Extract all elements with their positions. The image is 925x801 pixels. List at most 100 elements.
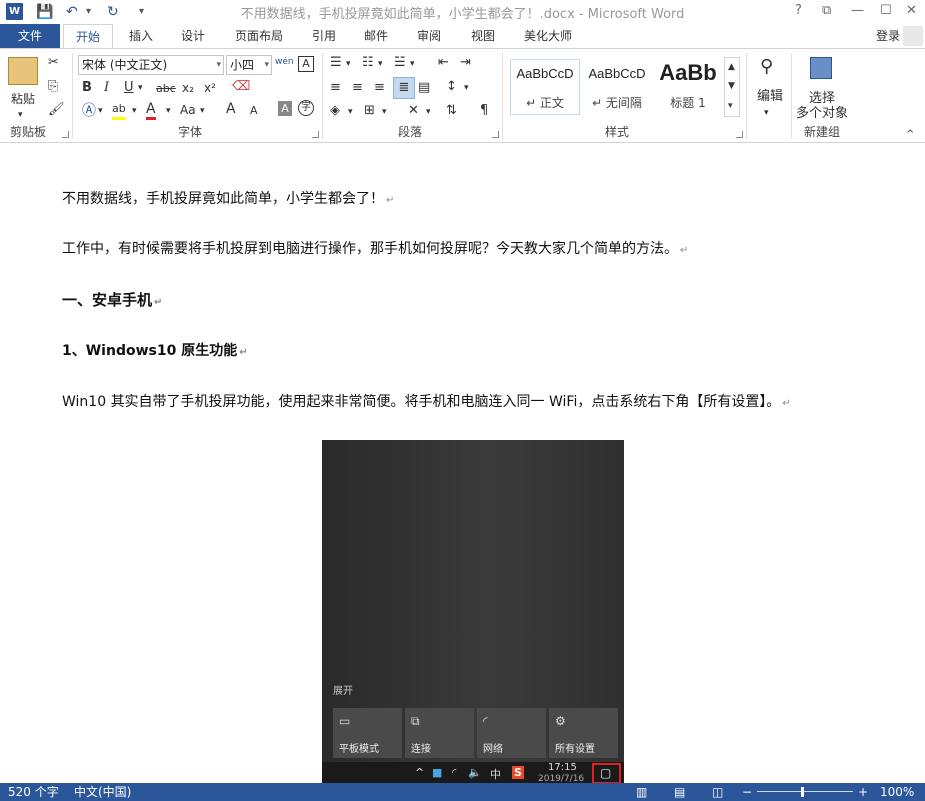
tab-insert[interactable]: 插入 [120,24,162,48]
tab-view[interactable]: 视图 [462,24,504,48]
multilevel-list-dropdown-icon[interactable]: ▾ [410,56,415,72]
chevron-down-icon[interactable]: ▾ [264,56,269,74]
align-left-icon[interactable]: ≡ [330,80,341,96]
grow-font-button[interactable]: A [226,101,236,117]
font-name-combobox[interactable]: 宋体 (中文正文) ▾ [78,55,224,75]
borders-dropdown-icon[interactable]: ▾ [382,104,387,120]
style-heading-1[interactable]: AaBb 标题 1 [654,59,722,115]
binoculars-icon[interactable]: ⚲ [760,58,773,76]
chinese-layout-icon[interactable]: ✕ [408,103,419,119]
more-styles-icon[interactable]: ▾ [728,98,733,114]
chinese-layout-dropdown-icon[interactable]: ▾ [426,104,431,120]
intro-paragraph[interactable]: 工作中，有时候需要将手机投屏到电脑进行操作，那手机如何投屏呢？今天教大家几个简单… [62,238,688,258]
shading-icon[interactable]: ◈ [330,103,340,119]
zoom-out-button[interactable]: − [742,783,752,801]
tab-review[interactable]: 审阅 [408,24,450,48]
paste-icon[interactable] [8,57,38,85]
character-border-icon[interactable]: A [298,56,314,72]
cut-icon[interactable]: ✂ [48,55,59,71]
decrease-indent-icon[interactable]: ⇤ [438,55,449,71]
zoom-slider[interactable] [757,791,853,792]
strikethrough-button[interactable]: abc [156,81,176,97]
tab-home[interactable]: 开始 [63,24,113,49]
help-button[interactable]: ? [795,2,802,20]
tab-references[interactable]: 引用 [304,24,344,48]
tab-file[interactable]: 文件 [0,24,60,48]
line-spacing-dropdown-icon[interactable]: ▾ [464,80,469,96]
maximize-button[interactable]: ☐ [880,2,892,20]
highlight-dropdown-icon[interactable]: ▾ [132,103,137,119]
enclose-characters-icon[interactable]: 字 [298,100,314,116]
tab-design[interactable]: 设计 [172,24,214,48]
numbering-icon[interactable]: ☷ [362,55,374,71]
clipboard-launcher-icon[interactable] [62,131,69,138]
document-page[interactable]: 不用数据线，手机投屏竟如此简单，小学生都会了！ ↵ 工作中，有时候需要将手机投屏到… [0,143,925,783]
scroll-up-icon[interactable]: ▲ [728,59,735,75]
copy-icon[interactable]: ⎘ [48,79,58,95]
font-color-dropdown-icon[interactable]: ▾ [166,103,171,119]
highlight-icon[interactable]: ab [112,101,126,120]
account-icon[interactable] [903,26,923,46]
tab-mailings[interactable]: 邮件 [356,24,396,48]
zoom-slider-thumb[interactable] [801,787,804,797]
multiple-objects-label[interactable]: 多个对象 [796,106,848,122]
tab-page-layout[interactable]: 页面布局 [226,24,292,48]
change-case-button[interactable]: Aa [180,102,196,118]
text-effects-dropdown-icon[interactable]: ▾ [98,103,103,119]
format-painter-icon[interactable]: 🖌 [48,102,65,118]
superscript-button[interactable]: x² [204,80,216,96]
subscript-button[interactable]: x₂ [182,80,194,96]
style-normal[interactable]: AaBbCcD ↵ 正文 [510,59,580,115]
justify-icon[interactable]: ≣ [393,77,415,99]
subheading-win10[interactable]: 1、Windows10 原生功能 ↵ [62,340,248,360]
underline-dropdown-icon[interactable]: ▾ [138,80,143,96]
editing-button[interactable]: 编辑 [754,89,786,105]
chevron-down-icon[interactable]: ▾ [216,56,221,74]
font-launcher-icon[interactable] [312,131,319,138]
font-color-icon[interactable]: A [146,101,156,120]
phonetic-guide-icon[interactable]: wén [275,54,294,70]
bullets-icon[interactable]: ☰ [330,55,342,71]
shrink-font-button[interactable]: A [250,103,258,119]
styles-launcher-icon[interactable] [736,131,743,138]
tab-beautify-master[interactable]: 美化大师 [515,24,581,48]
minimize-button[interactable]: — [851,2,864,20]
web-layout-icon[interactable]: ◫ [712,783,723,801]
numbering-dropdown-icon[interactable]: ▾ [378,56,383,72]
paste-button[interactable]: 粘贴 [6,91,40,107]
show-hide-marks-icon[interactable]: ¶ [480,103,488,119]
distributed-icon[interactable]: ▤ [418,80,430,96]
print-layout-icon[interactable]: ▤ [674,783,685,801]
scroll-down-icon[interactable]: ▼ [728,78,735,94]
select-objects-icon[interactable] [810,57,832,79]
heading-android[interactable]: 一、安卓手机 ↵ [62,289,162,310]
multilevel-list-icon[interactable]: ☱ [394,55,406,71]
editing-dropdown-icon[interactable]: ▾ [764,105,769,121]
align-center-icon[interactable]: ≡ [352,80,363,96]
zoom-in-button[interactable]: + [858,783,868,801]
style-no-spacing[interactable]: AaBbCcD ↵ 无间隔 [582,59,652,115]
text-effects-icon[interactable]: Ⓐ [82,103,96,119]
align-right-icon[interactable]: ≡ [374,80,385,96]
bold-button[interactable]: B [82,80,92,96]
change-case-dropdown-icon[interactable]: ▾ [200,103,205,119]
read-mode-icon[interactable]: ▥ [636,783,647,801]
italic-button[interactable]: I [104,80,109,96]
paragraph-launcher-icon[interactable] [492,131,499,138]
paste-dropdown-icon[interactable]: ▾ [18,107,23,123]
win10-paragraph[interactable]: Win10 其实自带了手机投屏功能，使用起来非常简便。将手机和电脑连入同一 Wi… [62,391,791,411]
close-button[interactable]: ✕ [906,2,917,20]
embedded-screenshot-image[interactable]: 展开 ▭ 平板模式 ⧉ 连接 ◜ 网络 ⚙ 所有设置 ^ ■ ◜ 🔈 中 S 1… [322,440,624,783]
ribbon-display-options-button[interactable]: ⧉ [822,2,831,20]
underline-button[interactable]: U [124,80,134,96]
shading-dropdown-icon[interactable]: ▾ [348,104,353,120]
increase-indent-icon[interactable]: ⇥ [460,55,471,71]
language-indicator[interactable]: 中文(中国) [74,783,131,801]
font-size-combobox[interactable]: 小四 ▾ [226,55,272,75]
bullets-dropdown-icon[interactable]: ▾ [346,56,351,72]
sort-icon[interactable]: ⇅ [446,103,457,119]
word-count[interactable]: 520 个字 [8,783,59,801]
select-button[interactable]: 选择 [796,91,848,107]
line-spacing-icon[interactable]: ↕ [446,79,457,95]
borders-icon[interactable]: ⊞ [364,103,375,119]
